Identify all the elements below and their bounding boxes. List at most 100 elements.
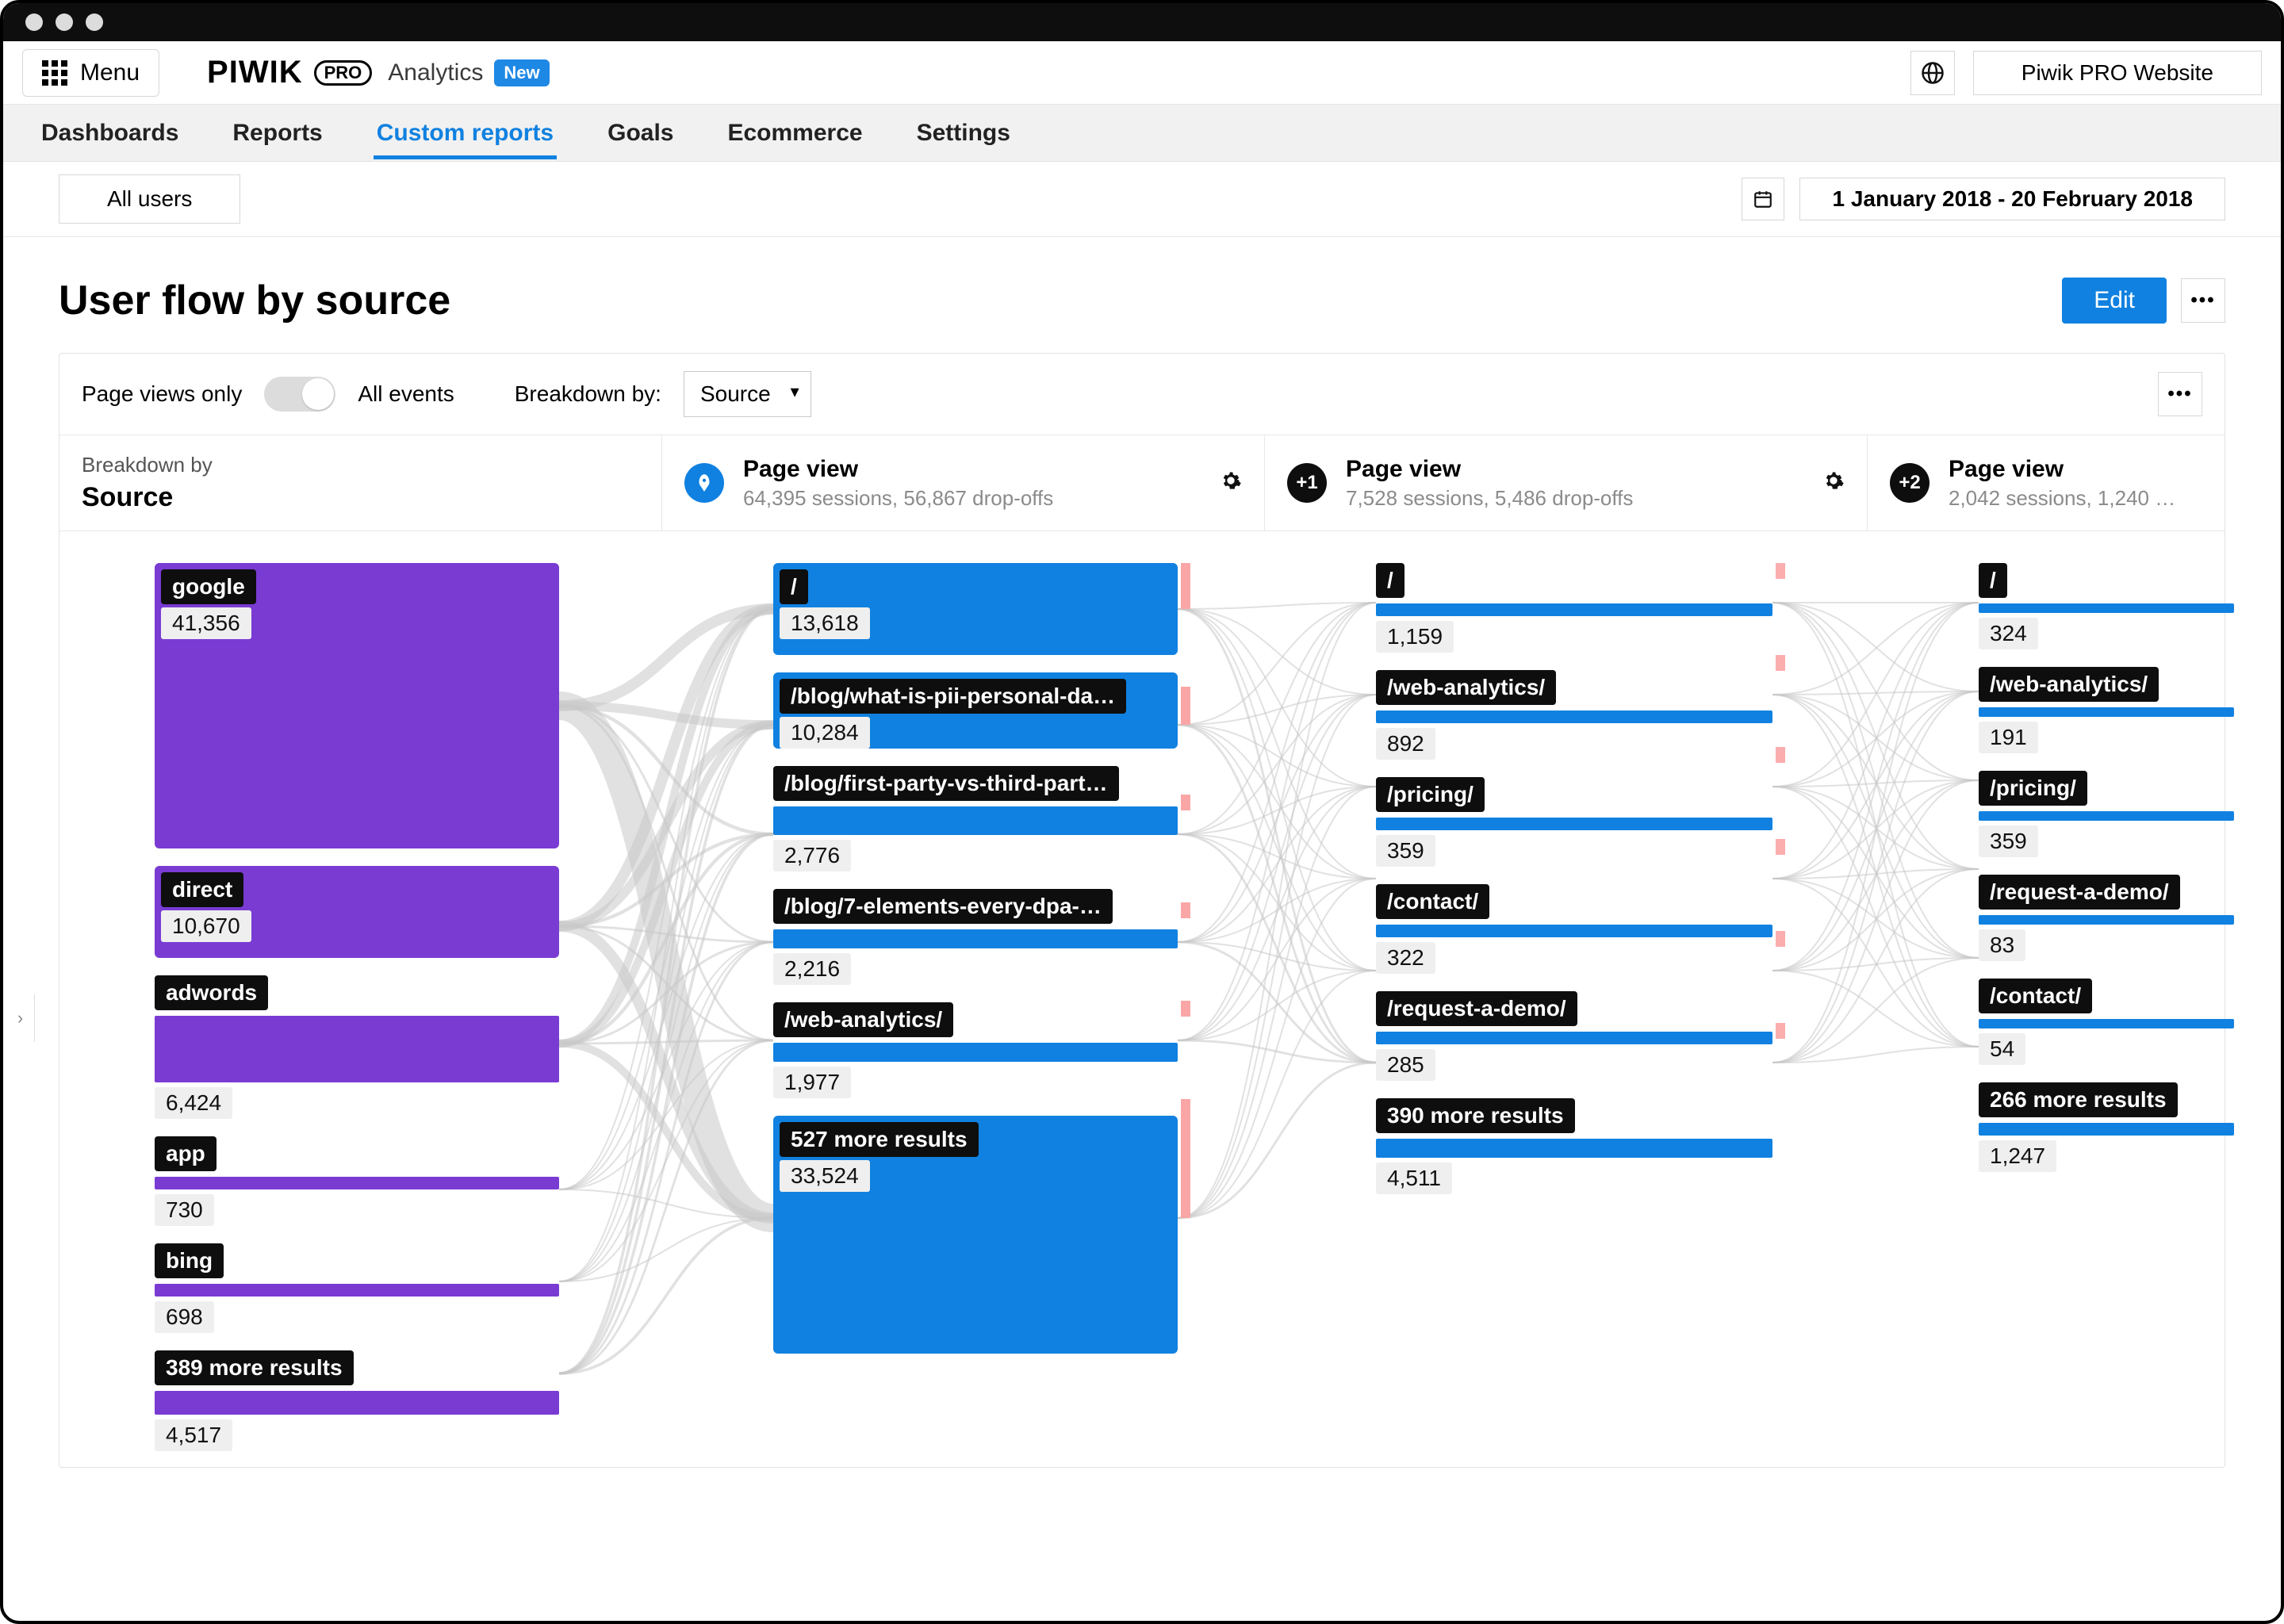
- flow-node[interactable]: 527 more results33,524: [773, 1116, 1178, 1354]
- breakdown-small-label: Breakdown by: [82, 453, 213, 477]
- flow-node-value: 285: [1376, 1049, 1435, 1081]
- breakdown-big-label: Source: [82, 482, 173, 513]
- flow-node-value: 191: [1979, 722, 2038, 753]
- flow-node[interactable]: /blog/first-party-vs-third-part…2,776: [773, 766, 1178, 871]
- flow-node-value: 324: [1979, 618, 2038, 649]
- flow-node[interactable]: /web-analytics/1,977: [773, 1002, 1178, 1098]
- flow-node-value: 1,977: [773, 1067, 851, 1098]
- flow-node-label: 266 more results: [1979, 1082, 2178, 1117]
- flow-column: /1,159/web-analytics/892/pricing/359/con…: [1376, 563, 1772, 1212]
- flow-node[interactable]: /1,159: [1376, 563, 1772, 653]
- flow-node[interactable]: /blog/7-elements-every-dpa-… 2,216: [773, 889, 1178, 985]
- flow-node-value: 1,247: [1979, 1140, 2056, 1172]
- traffic-light-close[interactable]: [25, 13, 43, 31]
- flow-node-label: /blog/7-elements-every-dpa-…: [773, 889, 1113, 924]
- dropoff-indicator: [1776, 563, 1785, 579]
- segment-label: All users: [107, 186, 192, 211]
- flow-column: /324/web-analytics/191/pricing/359/reque…: [1979, 563, 2234, 1189]
- flow-node-value: 730: [155, 1194, 214, 1226]
- tab-custom-reports[interactable]: Custom reports: [374, 107, 557, 159]
- flow-node[interactable]: /web-analytics/191: [1979, 667, 2234, 753]
- dropoff-indicator: [1181, 1099, 1190, 1218]
- gear-icon[interactable]: [1822, 469, 1845, 497]
- flow-node-value: 33,524: [780, 1160, 870, 1192]
- segment-button[interactable]: All users: [59, 174, 240, 224]
- flow-node[interactable]: 390 more results4,511: [1376, 1098, 1772, 1194]
- flow-node-value: 2,776: [773, 840, 851, 871]
- tab-reports[interactable]: Reports: [229, 107, 325, 159]
- flow-node-label: /request-a-demo/: [1979, 875, 2180, 910]
- tab-dashboards[interactable]: Dashboards: [38, 107, 182, 159]
- breakdown-by-label: Breakdown by:: [515, 381, 661, 407]
- flow-node-label: /: [1376, 563, 1405, 598]
- flow-node[interactable]: /pricing/359: [1376, 777, 1772, 867]
- flow-node-value: 10,284: [780, 717, 870, 749]
- flow-node[interactable]: /request-a-demo/285: [1376, 991, 1772, 1081]
- tab-ecommerce[interactable]: Ecommerce: [724, 107, 865, 159]
- events-toggle[interactable]: [264, 377, 335, 412]
- flow-node[interactable]: /contact/54: [1979, 979, 2234, 1065]
- flow-node[interactable]: /13,618: [773, 563, 1178, 655]
- traffic-light-min[interactable]: [56, 13, 73, 31]
- calendar-icon[interactable]: [1742, 178, 1784, 220]
- dropoff-indicator: [1181, 563, 1190, 609]
- flow-node-value: 6,424: [155, 1087, 232, 1119]
- flow-node-value: 10,670: [161, 910, 251, 942]
- badge-plus2: +2: [1890, 463, 1930, 503]
- dropoff-indicator: [1181, 795, 1190, 810]
- menu-button[interactable]: Menu: [22, 49, 159, 97]
- flow-node-label: /pricing/: [1376, 777, 1485, 812]
- dropoff-indicator: [1181, 1001, 1190, 1017]
- stage-header-2: +1 Page view 7,528 sessions, 5,486 drop-…: [1265, 435, 1868, 530]
- controls-more-icon[interactable]: •••: [2158, 372, 2202, 416]
- edit-button[interactable]: Edit: [2062, 278, 2167, 324]
- flow-node-value: 359: [1376, 835, 1435, 867]
- flow-node-label: /web-analytics/: [1979, 667, 2159, 702]
- flow-node[interactable]: 266 more results 1,247: [1979, 1082, 2234, 1172]
- nav-tabs: Dashboards Reports Custom reports Goals …: [3, 105, 2281, 162]
- menu-label: Menu: [80, 59, 140, 86]
- flow-node[interactable]: 389 more results 4,517: [155, 1350, 559, 1451]
- traffic-light-max[interactable]: [86, 13, 103, 31]
- flow-node-label: adwords: [155, 975, 268, 1010]
- flow-column: google41,356 direct10,670 adwords 6,424 app7…: [155, 563, 559, 1469]
- report-title: User flow by source: [59, 277, 2062, 324]
- flow-node[interactable]: /324: [1979, 563, 2234, 649]
- flow-column: /13,618/blog/what-is-pii-personal-da…10,…: [773, 563, 1178, 1371]
- flow-node-value: 2,216: [773, 953, 851, 985]
- dropoff-indicator: [1776, 1023, 1785, 1039]
- date-range-picker[interactable]: 1 January 2018 - 20 February 2018: [1799, 178, 2225, 220]
- tab-settings[interactable]: Settings: [914, 107, 1014, 159]
- brand-piwik: PIWIK: [207, 55, 303, 90]
- site-selector[interactable]: Piwik PRO Website: [1973, 51, 2262, 95]
- flow-node[interactable]: adwords 6,424: [155, 975, 559, 1119]
- flow-node-value: 359: [1979, 825, 2038, 857]
- grid-icon: [42, 60, 67, 86]
- flow-node-label: bing: [155, 1243, 224, 1278]
- flow-node[interactable]: app730: [155, 1136, 559, 1226]
- stage2-title: Page view: [1346, 456, 1633, 483]
- tab-goals[interactable]: Goals: [604, 107, 676, 159]
- flow-node[interactable]: direct10,670: [155, 866, 559, 958]
- flow-node[interactable]: /request-a-demo/83: [1979, 875, 2234, 961]
- flow-node-value: 41,356: [161, 607, 251, 639]
- flow-node[interactable]: bing 698: [155, 1243, 559, 1333]
- flow-node[interactable]: /blog/what-is-pii-personal-da…10,284: [773, 672, 1178, 749]
- stage1-title: Page view: [743, 456, 1053, 483]
- gear-icon[interactable]: [1220, 469, 1242, 497]
- report-more-icon[interactable]: •••: [2181, 278, 2225, 323]
- flow-node[interactable]: google41,356: [155, 563, 559, 848]
- breakdown-select[interactable]: Source: [684, 371, 811, 417]
- flow-node[interactable]: /pricing/359: [1979, 771, 2234, 857]
- flow-diagram[interactable]: google41,356 direct10,670 adwords 6,424 app7…: [59, 531, 2225, 1467]
- flow-node[interactable]: /contact/322: [1376, 884, 1772, 974]
- sidebar-expand-icon[interactable]: ›: [6, 994, 35, 1042]
- flow-node-label: /request-a-demo/: [1376, 991, 1577, 1026]
- flow-node[interactable]: /web-analytics/892: [1376, 670, 1772, 760]
- flow-node-value: 4,511: [1376, 1162, 1452, 1194]
- flow-node-value: 698: [155, 1301, 214, 1333]
- brand-pro: PRO: [314, 60, 373, 86]
- globe-icon[interactable]: [1910, 51, 1955, 95]
- flow-node-label: 389 more results: [155, 1350, 354, 1385]
- flow-node-value: 4,517: [155, 1419, 232, 1451]
